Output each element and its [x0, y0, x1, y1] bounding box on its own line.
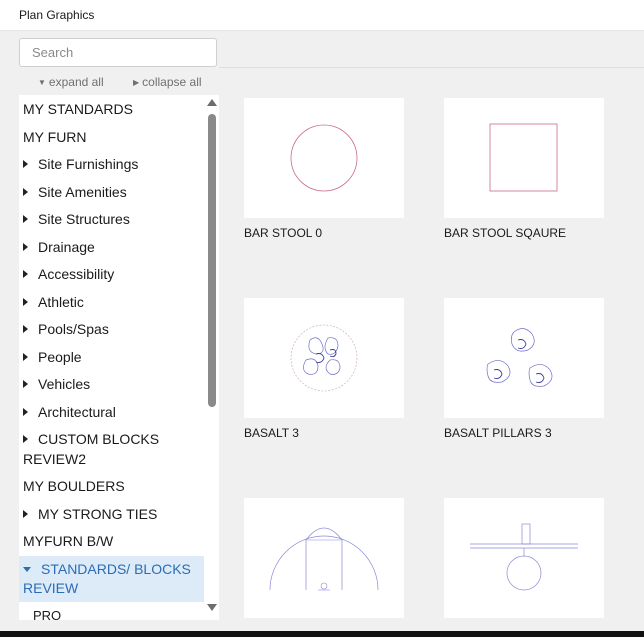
expand-arrow-icon[interactable] [23, 160, 28, 168]
symbol-card-bar-stool-sqaure[interactable]: BAR STOOL SQAURE [444, 98, 604, 240]
tree-item-drainage[interactable]: Drainage [23, 237, 95, 257]
tree-item-custom-blocks-review2[interactable]: CUSTOM BLOCKS REVIEW2 [23, 429, 173, 469]
collapse-all-button[interactable]: ▶ collapse all [133, 75, 202, 89]
tree-item-people[interactable]: People [23, 347, 82, 367]
category-tree: MY STANDARDS MY FURN Site Furnishings Si… [19, 95, 219, 620]
expand-arrow-icon[interactable] [23, 380, 28, 388]
tree-item-myfurn-bw[interactable]: MYFURN B/W [23, 531, 113, 551]
basalt-cluster-icon [244, 298, 404, 418]
tree-item-architectural[interactable]: Architectural [23, 402, 116, 422]
collapse-arrow-icon[interactable] [23, 567, 31, 572]
symbol-card-court[interactable] [244, 498, 404, 626]
plan-graphics-window: Plan Graphics ▼expand all ▶collapse all … [0, 0, 644, 631]
scroll-up-arrow-icon[interactable] [207, 99, 217, 106]
tree-item-site-amenities[interactable]: Site Amenities [23, 182, 127, 202]
expand-arrow-icon[interactable] [23, 325, 28, 333]
title-bar: Plan Graphics [0, 0, 644, 31]
symbol-card-tee[interactable] [444, 498, 604, 626]
arch-court-icon [244, 498, 404, 618]
tree-item-accessibility[interactable]: Accessibility [23, 264, 114, 284]
tree-scrollbar[interactable] [205, 95, 219, 620]
expand-arrow-icon[interactable] [23, 510, 28, 518]
tree-item-site-structures[interactable]: Site Structures [23, 209, 130, 229]
window-title: Plan Graphics [19, 8, 95, 22]
symbol-card-basalt-3[interactable]: BASALT 3 [244, 298, 404, 440]
expand-arrow-icon[interactable] [23, 435, 28, 443]
expand-arrow-icon[interactable] [23, 298, 28, 306]
tree-item-partial[interactable]: PRO [33, 608, 61, 620]
tree-item-pools-spas[interactable]: Pools/Spas [23, 319, 109, 339]
symbol-label: BASALT 3 [244, 426, 299, 440]
tree-item-my-boulders[interactable]: MY BOULDERS [23, 476, 125, 496]
tree-item-my-furn[interactable]: MY FURN [23, 127, 87, 147]
tree-item-vehicles[interactable]: Vehicles [23, 374, 90, 394]
symbol-label: BAR STOOL 0 [244, 226, 323, 240]
caret-down-icon: ▼ [38, 78, 46, 87]
tree-item-athletic[interactable]: Athletic [23, 292, 84, 312]
caret-right-icon: ▶ [133, 78, 140, 87]
expand-arrow-icon[interactable] [23, 408, 28, 416]
circle-outline-icon [244, 98, 404, 218]
search-input[interactable] [19, 38, 217, 67]
scroll-down-arrow-icon[interactable] [207, 604, 217, 611]
tee-circle-icon [444, 498, 604, 618]
tree-item-site-furnishings[interactable]: Site Furnishings [23, 154, 138, 174]
tree-item-my-strong-ties[interactable]: MY STRONG TIES [23, 504, 157, 524]
expand-arrow-icon[interactable] [23, 243, 28, 251]
scrollbar-thumb[interactable] [208, 114, 216, 407]
expand-arrow-icon[interactable] [23, 353, 28, 361]
expand-arrow-icon[interactable] [23, 215, 28, 223]
symbol-card-bar-stool-0[interactable]: BAR STOOL 0 [244, 98, 404, 240]
expand-all-button[interactable]: ▼ expand all [38, 75, 104, 89]
window-bottom-edge [0, 631, 644, 637]
expand-arrow-icon[interactable] [23, 188, 28, 196]
divider [219, 67, 644, 68]
square-outline-icon [444, 98, 604, 218]
symbol-label: BAR STOOL SQAURE [444, 226, 567, 240]
tree-item-standards-blocks-review[interactable]: STANDARDS/ BLOCKS REVIEW [23, 560, 193, 598]
basalt-pillars-icon [444, 298, 604, 418]
expand-arrow-icon[interactable] [23, 270, 28, 278]
symbol-label: BASALT PILLARS 3 [444, 426, 552, 440]
tree-item-my-standards[interactable]: MY STANDARDS [23, 99, 133, 119]
symbol-card-basalt-pillars-3[interactable]: BASALT PILLARS 3 [444, 298, 604, 440]
